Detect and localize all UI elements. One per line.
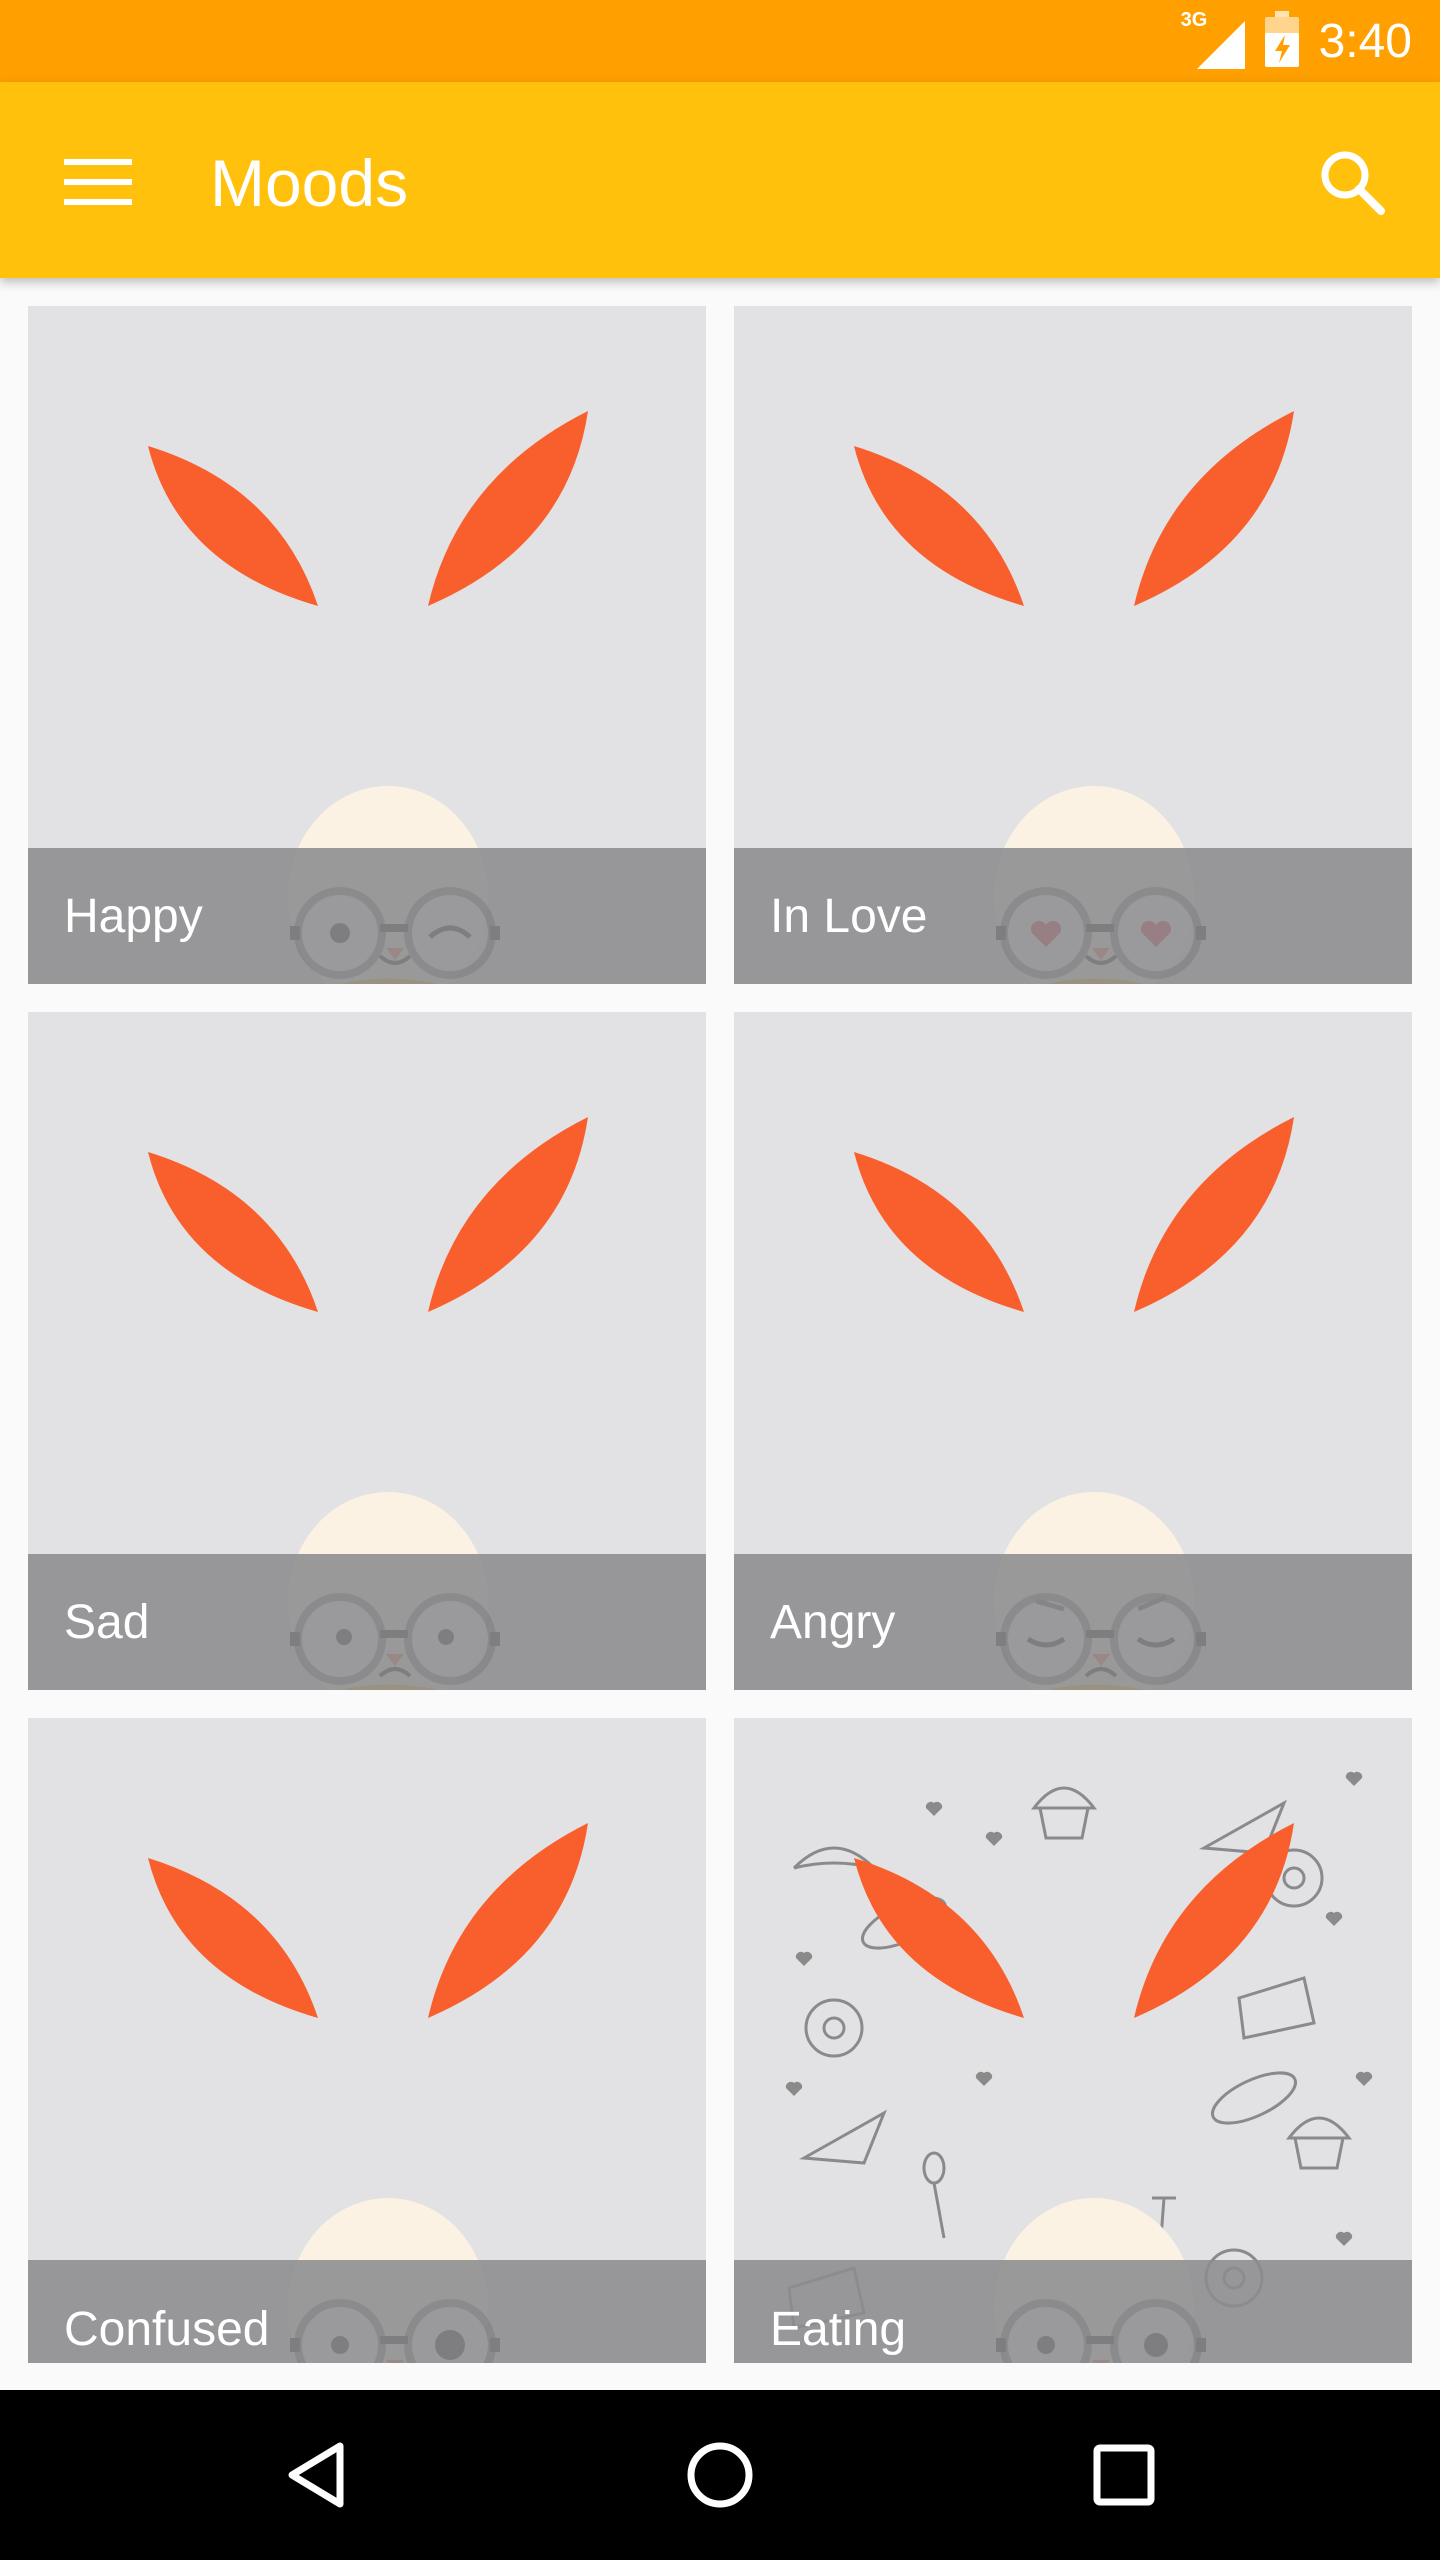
- network-type-label: 3G: [1180, 9, 1208, 31]
- card-label-bar: Eating: [734, 2260, 1412, 2363]
- battery-icon: [1264, 10, 1299, 72]
- mood-card-eating[interactable]: Eating: [734, 1718, 1412, 2363]
- mood-card-confused[interactable]: Confused: [28, 1718, 706, 2363]
- mood-card-angry[interactable]: Angry: [734, 1012, 1412, 1690]
- mood-label: In Love: [770, 890, 928, 943]
- recents-button[interactable]: [1064, 2425, 1184, 2525]
- menu-icon: [64, 159, 132, 205]
- app-bar: Moods: [0, 82, 1440, 278]
- card-label-bar: Happy: [28, 848, 706, 984]
- card-label-bar: In Love: [734, 848, 1412, 984]
- mood-card-in-love[interactable]: In Love: [734, 306, 1412, 984]
- card-label-bar: Sad: [28, 1554, 706, 1690]
- mood-grid: Happy In Love Sad Angry Confused Eating: [28, 306, 1412, 2363]
- card-label-bar: Confused: [28, 2260, 706, 2363]
- mood-card-sad[interactable]: Sad: [28, 1012, 706, 1690]
- status-time: 3:40: [1318, 14, 1412, 68]
- signal-icon: 3G: [1181, 9, 1245, 69]
- mood-label: Eating: [770, 2303, 907, 2356]
- search-button[interactable]: [1304, 134, 1400, 230]
- page-title: Moods: [210, 146, 409, 220]
- mood-label: Happy: [64, 890, 203, 943]
- mood-label: Sad: [64, 1596, 150, 1649]
- recents-icon: [1093, 2444, 1155, 2506]
- mood-label: Angry: [770, 1596, 896, 1649]
- menu-button[interactable]: [50, 142, 146, 222]
- status-bar: 3G 3:40: [0, 0, 1440, 82]
- navigation-bar: [0, 2390, 1440, 2560]
- back-icon: [288, 2442, 344, 2508]
- mood-card-happy[interactable]: Happy: [28, 306, 706, 984]
- back-button[interactable]: [256, 2425, 376, 2525]
- home-button[interactable]: [660, 2425, 780, 2525]
- card-label-bar: Angry: [734, 1554, 1412, 1690]
- home-icon: [687, 2442, 753, 2508]
- mood-label: Confused: [64, 2303, 270, 2356]
- search-icon: [1321, 151, 1385, 215]
- status-icons: 3G 3:40: [1181, 0, 1412, 82]
